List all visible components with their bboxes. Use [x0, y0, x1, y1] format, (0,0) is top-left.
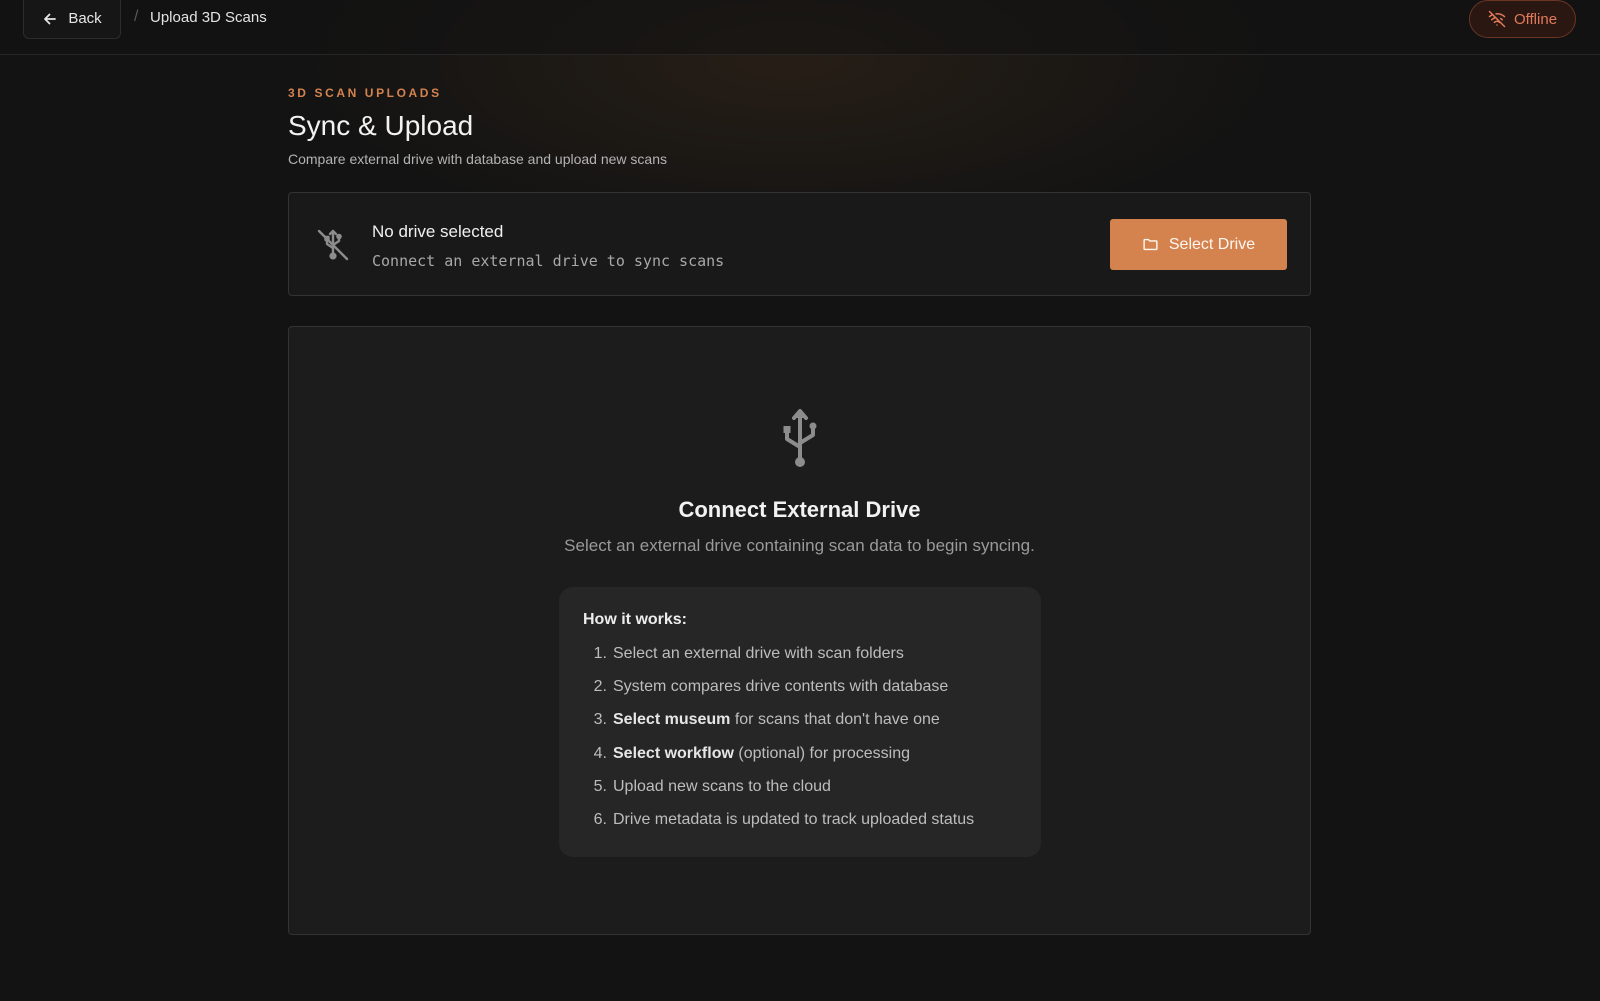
step-number: 5. — [593, 777, 607, 795]
page-subtitle: Compare external drive with database and… — [288, 151, 668, 167]
arrow-left-icon — [44, 13, 57, 24]
step-text: Upload new scans to the cloud — [613, 777, 831, 795]
step-number: 2. — [593, 678, 607, 696]
list-item: 4. Select workflow (optional) for process… — [583, 745, 974, 778]
folder-icon — [1143, 238, 1158, 251]
step-bold: Select workflow — [613, 744, 734, 762]
how-it-works-list: 1. Select an external drive with scan fol… — [583, 645, 974, 844]
breadcrumb-separator: / — [134, 8, 139, 25]
offline-status-badge[interactable]: Offline — [1469, 0, 1576, 38]
list-item: 5. Upload new scans to the cloud — [583, 778, 974, 811]
usb-icon — [783, 409, 817, 467]
step-text: for scans that don't have one — [730, 711, 940, 729]
how-it-works-box: How it works: 1. Select an external drive… — [559, 587, 1041, 857]
select-drive-button[interactable]: Select Drive — [1110, 219, 1287, 270]
step-number: 4. — [593, 744, 607, 762]
step-bold: Select museum — [613, 711, 731, 729]
breadcrumb-current: Upload 3D Scans — [150, 9, 267, 26]
how-it-works-title: How it works: — [583, 611, 688, 628]
top-bar: Back / Upload 3D Scans Offline — [0, 0, 1600, 55]
drive-hint: Connect an external drive to sync scans — [372, 252, 725, 270]
back-label: Back — [68, 10, 102, 27]
step-number: 6. — [593, 810, 607, 828]
select-drive-label: Select Drive — [1168, 235, 1256, 253]
step-text: Drive metadata is updated to track uploa… — [613, 810, 975, 828]
drive-status: No drive selected — [372, 222, 504, 241]
list-item: 6. Drive metadata is updated to track upl… — [583, 811, 974, 844]
usb-off-icon — [317, 229, 349, 261]
step-number: 3. — [593, 711, 607, 729]
list-item: 1. Select an external drive with scan fol… — [583, 645, 974, 678]
page-title: Sync & Upload — [288, 110, 474, 141]
back-button[interactable]: Back — [23, 0, 121, 39]
offline-label: Offline — [1513, 10, 1558, 28]
connect-drive-title: Connect External Drive — [678, 497, 921, 522]
drive-selection-card: No drive selected Connect an external dr… — [288, 192, 1311, 296]
step-text: (optional) for processing — [733, 744, 911, 762]
list-item: 3. Select museum for scans that don't hav… — [583, 711, 974, 744]
step-text: System compares drive contents with data… — [613, 678, 949, 696]
step-text: Select an external drive with scan folde… — [613, 645, 904, 662]
connect-drive-subtitle: Select an external drive containing scan… — [564, 536, 1035, 555]
wifi-off-icon — [1488, 10, 1506, 28]
page-eyebrow: 3D SCAN UPLOADS — [288, 86, 442, 100]
step-number: 1. — [593, 645, 607, 662]
list-item: 2. System compares drive contents with da… — [583, 678, 974, 711]
connect-drive-panel: Connect External Drive Select an externa… — [288, 326, 1311, 935]
